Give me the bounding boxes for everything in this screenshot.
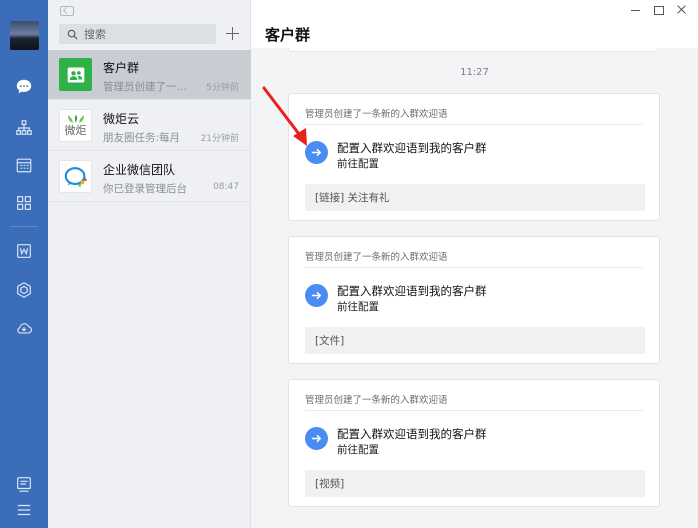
welcome-message-card[interactable]: 管理员创建了一条新的入群欢迎语 配置入群欢迎语到我的客户群 前往配置 [视频] (288, 379, 660, 507)
card-attachment[interactable]: [链接] 关注有礼 (305, 184, 645, 211)
leaf-logo-icon (67, 114, 84, 123)
arrow-right-icon[interactable] (305, 141, 328, 164)
card-title[interactable]: 配置入群欢迎语到我的客户群 (337, 426, 487, 442)
card-title[interactable]: 配置入群欢迎语到我的客户群 (337, 283, 487, 299)
avatar-text: 微炬 (64, 124, 87, 137)
menu-icon[interactable] (12, 498, 36, 522)
session-preview: 管理员创建了一条... (103, 81, 193, 93)
session-item-customer-group[interactable]: 客户群 管理员创建了一条... 5分钟前 (48, 50, 251, 100)
arrow-right-icon[interactable] (305, 284, 328, 307)
weijuyun-avatar: 微炬 (59, 109, 92, 142)
chat-title-bar: 客户群 (251, 0, 698, 48)
card-attachment[interactable]: [文件] (305, 327, 645, 354)
calendar-icon[interactable] (12, 153, 36, 177)
add-button[interactable] (224, 25, 242, 43)
chat-window: 客户群 11:27 管理员创建了一条新的入群欢迎语 配置入群欢迎语到我的客户群 … (251, 0, 698, 528)
session-time: 08:47 (213, 182, 239, 192)
message-area[interactable]: 11:27 管理员创建了一条新的入群欢迎语 配置入群欢迎语到我的客户群 前往配置… (251, 48, 698, 528)
session-item-weijuyun[interactable]: 微炬 微炬云 朋友圈任务:每月 21分钟前 (48, 101, 251, 151)
wework-logo-icon (64, 166, 87, 187)
card-attachment[interactable]: [视频] (305, 470, 645, 497)
rail-divider (10, 226, 38, 227)
minimize-button[interactable] (629, 3, 643, 17)
session-preview: 你已登录管理后台 (103, 183, 187, 195)
card-header: 管理员创建了一条新的入群欢迎语 (305, 395, 448, 406)
session-list-pane: 客户群 管理员创建了一条... 5分钟前 微炬 微炬云 朋友圈任务:每月 21分… (48, 0, 251, 528)
chat-title: 客户群 (265, 26, 311, 44)
notes-icon[interactable] (12, 472, 36, 496)
card-header: 管理员创建了一条新的入群欢迎语 (305, 252, 448, 263)
card-divider (305, 124, 643, 125)
arrow-right-icon[interactable] (305, 427, 328, 450)
collapse-sidebar-button[interactable] (60, 6, 74, 16)
session-time: 5分钟前 (206, 83, 239, 93)
doc-w-icon[interactable] (12, 239, 36, 263)
message-timestamp: 11:27 (460, 67, 489, 78)
welcome-message-card[interactable]: 管理员创建了一条新的入群欢迎语 配置入群欢迎语到我的客户群 前往配置 [文件] (288, 236, 660, 364)
previous-card-edge (288, 48, 658, 52)
maximize-button[interactable] (652, 3, 666, 17)
apps-grid-icon[interactable] (12, 191, 36, 215)
card-header: 管理员创建了一条新的入群欢迎语 (305, 109, 448, 120)
card-divider (305, 267, 643, 268)
card-action-link[interactable]: 前往配置 (337, 442, 379, 457)
card-title[interactable]: 配置入群欢迎语到我的客户群 (337, 140, 487, 156)
org-chart-icon[interactable] (12, 116, 36, 140)
search-box[interactable] (59, 24, 216, 44)
card-divider (305, 410, 643, 411)
session-time: 21分钟前 (200, 134, 239, 144)
wework-team-avatar (59, 160, 92, 193)
session-name: 客户群 (103, 61, 140, 75)
card-action-link[interactable]: 前往配置 (337, 156, 379, 171)
session-preview: 朋友圈任务:每月 (103, 132, 181, 144)
group-users-icon (67, 67, 84, 82)
search-input[interactable] (84, 27, 204, 41)
session-item-wework-team[interactable]: 企业微信团队 你已登录管理后台 08:47 (48, 152, 251, 202)
welcome-message-card[interactable]: 管理员创建了一条新的入群欢迎语 配置入群欢迎语到我的客户群 前往配置 [链接] … (288, 93, 660, 221)
my-avatar[interactable] (10, 21, 39, 50)
close-button[interactable] (675, 3, 689, 17)
cloud-icon[interactable] (12, 316, 36, 340)
session-name: 微炬云 (103, 112, 140, 126)
left-nav-rail (0, 0, 48, 528)
chat-icon[interactable] (12, 75, 36, 99)
card-action-link[interactable]: 前往配置 (337, 299, 379, 314)
search-icon (67, 29, 78, 39)
customer-group-avatar (59, 58, 92, 91)
cube-icon[interactable] (12, 278, 36, 302)
session-name: 企业微信团队 (103, 163, 176, 177)
